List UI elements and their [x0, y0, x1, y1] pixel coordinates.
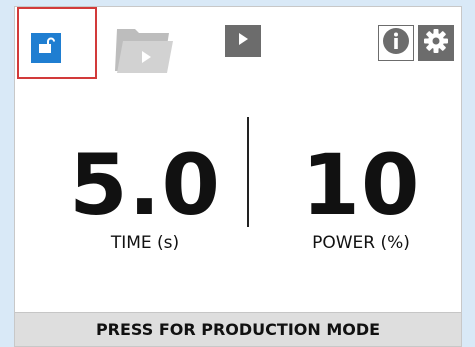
control-panel: 5.0 TIME (s) 10 POWER (%) PRESS FOR PROD… — [14, 6, 462, 347]
production-mode-button[interactable]: PRESS FOR PRODUCTION MODE — [15, 312, 461, 346]
time-value: 5.0 — [69, 136, 221, 234]
power-label: POWER (%) — [312, 233, 410, 253]
time-readout[interactable]: 5.0 TIME (s) — [45, 143, 245, 253]
power-value: 10 — [301, 136, 421, 234]
info-button[interactable] — [378, 25, 414, 61]
power-readout[interactable]: 10 POWER (%) — [261, 143, 461, 253]
readout-divider — [247, 117, 249, 227]
time-label: TIME (s) — [110, 233, 180, 253]
folder-button[interactable] — [111, 21, 177, 79]
play-icon — [235, 31, 251, 51]
play-button[interactable] — [225, 25, 261, 57]
folder-play-icon — [111, 29, 177, 83]
gear-icon — [423, 28, 449, 58]
highlight-box — [17, 7, 97, 79]
info-icon — [381, 26, 411, 60]
settings-button[interactable] — [418, 25, 454, 61]
